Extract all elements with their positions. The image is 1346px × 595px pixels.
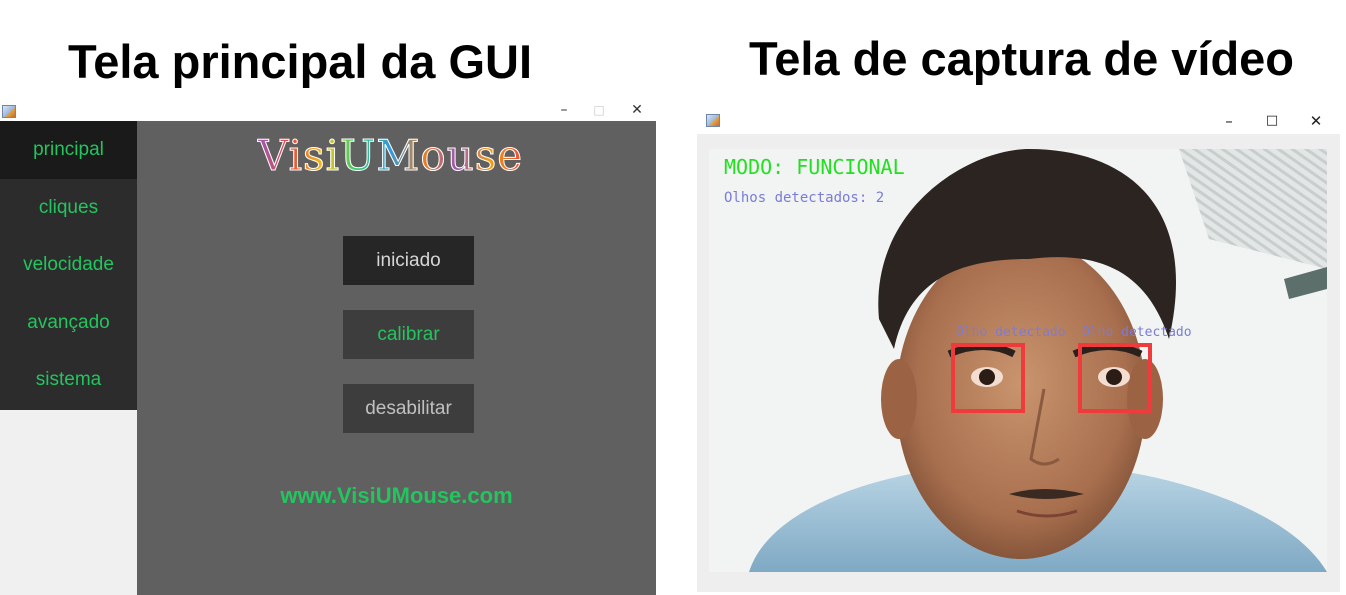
desabilitar-button[interactable]: desabilitar bbox=[343, 384, 474, 433]
maximize-button[interactable]: □ bbox=[588, 99, 610, 121]
sidebar-item-sistema[interactable]: sistema bbox=[0, 351, 137, 409]
left-panel-title: Tela principal da GUI bbox=[68, 35, 533, 88]
minimize-button[interactable]: – bbox=[553, 99, 575, 121]
mode-status-text: MODO: FUNCIONAL bbox=[724, 155, 905, 179]
title-bar: – □ ✕ bbox=[697, 108, 1340, 134]
right-panel-title: Tela de captura de vídeo bbox=[749, 32, 1295, 85]
title-bar: – □ ✕ bbox=[0, 99, 656, 121]
java-app-icon bbox=[706, 114, 720, 127]
eye-label-right: Olho detectado bbox=[1082, 325, 1192, 340]
eye-label-left: Olho detectado bbox=[956, 325, 1066, 340]
video-frame-svg: MODO: FUNCIONAL Olhos detectados: 2 Olho… bbox=[709, 149, 1327, 572]
sidebar-item-cliques[interactable]: cliques bbox=[0, 179, 137, 237]
website-link[interactable]: www.VisiUMouse.com bbox=[137, 483, 656, 509]
video-feed: MODO: FUNCIONAL Olhos detectados: 2 Olho… bbox=[709, 149, 1327, 572]
pupil-left bbox=[979, 369, 995, 385]
ear-right bbox=[1127, 359, 1163, 439]
sidebar: principal cliques velocidade avançado si… bbox=[0, 121, 137, 410]
ear-left bbox=[881, 359, 917, 439]
iniciado-button[interactable]: iniciado bbox=[343, 236, 474, 285]
close-button[interactable]: ✕ bbox=[626, 99, 648, 121]
video-capture-window: – □ ✕ MODO: FUNCIONAL Olhos detectados: … bbox=[697, 108, 1340, 592]
pupil-right bbox=[1106, 369, 1122, 385]
visiumouse-logo: VisiUMouse bbox=[257, 131, 524, 181]
sidebar-item-velocidade[interactable]: velocidade bbox=[0, 236, 137, 294]
close-button[interactable]: ✕ bbox=[1303, 108, 1329, 134]
sidebar-item-avancado[interactable]: avançado bbox=[0, 294, 137, 352]
maximize-button[interactable]: □ bbox=[1259, 108, 1285, 134]
sidebar-item-principal[interactable]: principal bbox=[0, 121, 137, 179]
java-app-icon bbox=[2, 105, 16, 118]
main-panel: VisiUMouse iniciado calibrar desabilitar… bbox=[137, 121, 656, 595]
minimize-button[interactable]: – bbox=[1216, 108, 1242, 134]
gui-main-window: – □ ✕ principal cliques velocidade avanç… bbox=[0, 99, 656, 595]
eyes-detected-count: Olhos detectados: 2 bbox=[724, 190, 884, 206]
calibrar-button[interactable]: calibrar bbox=[343, 310, 474, 359]
